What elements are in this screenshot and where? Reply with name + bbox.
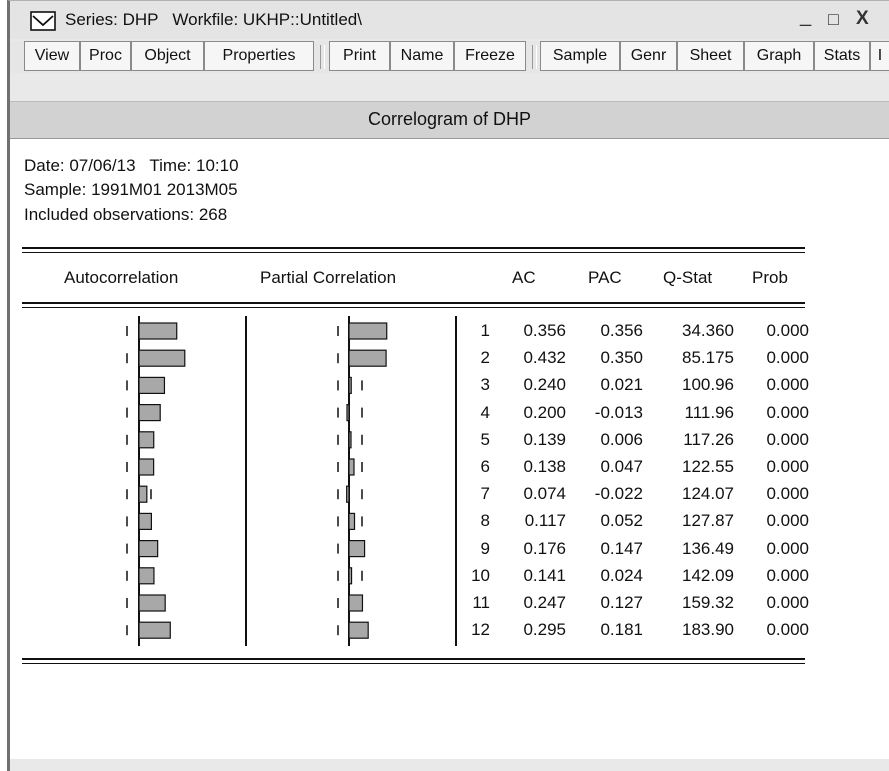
- ac-cell: 0.240: [523, 375, 566, 395]
- pac-bar: [348, 567, 353, 585]
- q-stat-cell: 85.175: [682, 348, 734, 368]
- lag-cell: 3: [480, 375, 490, 395]
- lag-cell: 9: [480, 538, 490, 558]
- q-stat-cell: 136.49: [682, 538, 734, 558]
- ac-bar: [138, 349, 186, 367]
- q-stat-cell: 183.90: [682, 620, 734, 640]
- pac-bar: [348, 322, 388, 340]
- q-stat-cell: 142.09: [682, 565, 734, 585]
- table-bottom-rule: [22, 658, 805, 660]
- pac-cell: 0.181: [600, 620, 643, 640]
- pac-cell: 0.356: [600, 321, 643, 340]
- lag-cell: 10: [471, 565, 490, 585]
- prob-cell: 0.000: [766, 375, 809, 395]
- lag-cell: 2: [480, 348, 490, 368]
- prob-cell: 0.000: [766, 593, 809, 612]
- lag-cell: 6: [480, 457, 490, 476]
- pac-cell: 0.021: [600, 375, 643, 395]
- ac-bar: [138, 322, 178, 340]
- prob-cell: 0.000: [766, 402, 809, 422]
- ac-bar: [138, 567, 155, 585]
- lag-cell: 4: [480, 402, 490, 422]
- q-stat-cell: 117.26: [683, 429, 734, 449]
- ac-cell: 0.138: [523, 457, 566, 476]
- ac-bar: [138, 376, 166, 394]
- q-stat-cell: 127.87: [682, 511, 734, 531]
- table-bottom-rule: [22, 663, 805, 664]
- pac-cell: -0.013: [594, 402, 643, 422]
- pac-bar: [348, 376, 352, 394]
- prob-cell: 0.000: [766, 429, 809, 449]
- ac-bar: [138, 485, 148, 503]
- ac-cell: 0.176: [523, 538, 566, 558]
- ac-cell: 0.139: [523, 429, 566, 449]
- lag-cell: 7: [480, 484, 490, 504]
- pac-cell: -0.022: [594, 484, 643, 504]
- prob-cell: 0.000: [766, 321, 809, 340]
- prob-cell: 0.000: [766, 348, 809, 368]
- ac-cell: 0.141: [523, 565, 566, 585]
- ac-cell: 0.117: [524, 511, 566, 531]
- ac-bar: [138, 594, 166, 612]
- prob-cell: 0.000: [766, 457, 809, 476]
- ac-bar: [138, 431, 155, 449]
- lag-cell: 11: [472, 593, 490, 612]
- pac-bar: [348, 621, 369, 639]
- q-stat-cell: 100.96: [682, 375, 734, 395]
- correlogram-bars: [126, 316, 388, 646]
- ac-cell: 0.074: [523, 484, 566, 504]
- q-stat-cell: 111.96: [684, 402, 734, 422]
- prob-cell: 0.000: [766, 565, 809, 585]
- prob-cell: 0.000: [766, 620, 809, 640]
- pac-cell: 0.024: [600, 565, 643, 585]
- lag-cell: 12: [471, 620, 490, 640]
- pac-cell: 0.350: [600, 348, 643, 368]
- ac-bar: [138, 539, 159, 558]
- pac-bar: [348, 458, 355, 476]
- pac-bar: [348, 594, 364, 612]
- pac-bar: [348, 431, 352, 449]
- ac-cell: 0.200: [523, 402, 566, 422]
- ac-cell: 0.295: [523, 620, 566, 640]
- prob-cell: 0.000: [766, 511, 809, 531]
- prob-cell: 0.000: [766, 484, 809, 504]
- pac-cell: 0.047: [600, 457, 643, 476]
- ac-bar: [138, 621, 171, 639]
- pac-bar: [348, 539, 366, 558]
- lag-cell: 1: [480, 321, 490, 340]
- pac-cell: 0.006: [600, 429, 643, 449]
- ac-bar: [138, 458, 155, 476]
- lag-cell: 5: [480, 429, 490, 449]
- pac-cell: 0.127: [600, 593, 643, 612]
- ac-bar: [138, 404, 161, 422]
- pac-bar: [348, 349, 387, 367]
- pac-bar: [346, 404, 350, 422]
- ac-bar: [138, 512, 153, 531]
- pac-cell: 0.147: [600, 538, 643, 558]
- ac-cell: 0.247: [523, 593, 566, 612]
- ac-cell: 0.356: [523, 321, 566, 340]
- pac-bar: [348, 512, 356, 531]
- q-stat-cell: 34.360: [682, 321, 734, 340]
- q-stat-cell: 122.55: [682, 457, 734, 476]
- pac-bar: [346, 485, 350, 503]
- lag-cell: 8: [480, 511, 490, 531]
- prob-cell: 0.000: [766, 538, 809, 558]
- ac-cell: 0.432: [523, 348, 566, 368]
- q-stat-cell: 159.32: [682, 593, 734, 612]
- pac-cell: 0.052: [600, 511, 643, 531]
- q-stat-cell: 124.07: [682, 484, 734, 504]
